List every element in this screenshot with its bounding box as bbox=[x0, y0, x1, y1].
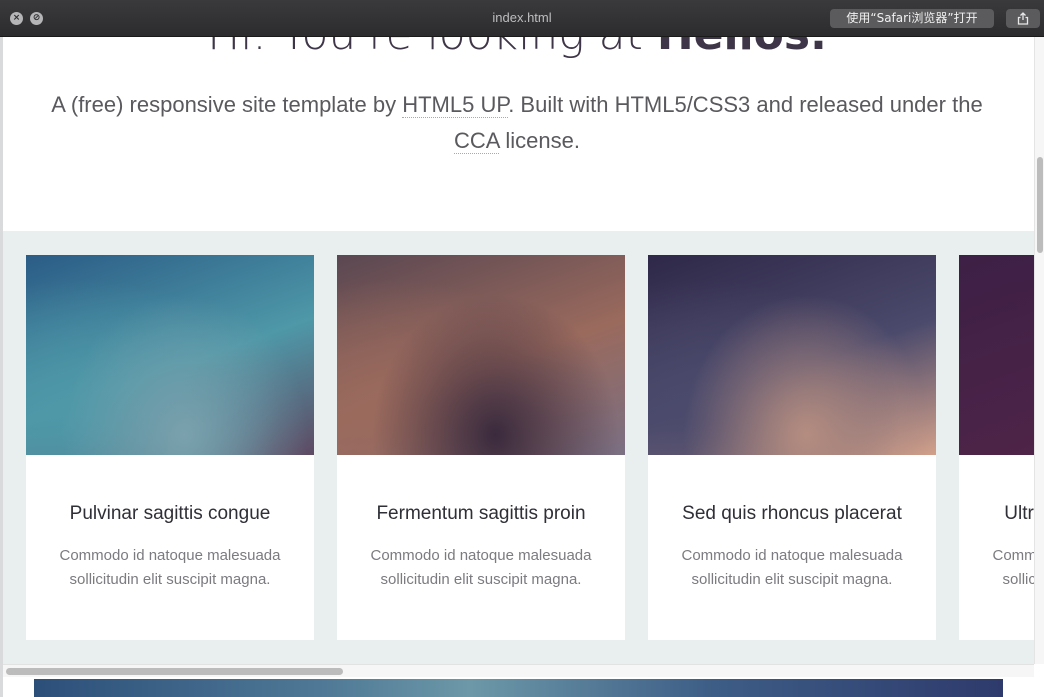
vertical-scroll-thumb[interactable] bbox=[1037, 157, 1043, 253]
banner-image bbox=[34, 679, 1003, 697]
carousel-card[interactable]: Fermentum sagittis proin Commodo id nato… bbox=[337, 255, 625, 640]
hero-description: A (free) responsive site template by HTM… bbox=[30, 87, 1004, 159]
card-image[interactable] bbox=[648, 255, 936, 455]
card-description: Commodo id natoque malesuada sollicitudi… bbox=[370, 547, 592, 588]
window-titlebar: × ⊘ index.html 使用“Safari浏览器”打开 bbox=[0, 0, 1044, 37]
card-image[interactable] bbox=[959, 255, 1034, 455]
card-title[interactable]: Pulvinar sagittis congue bbox=[26, 503, 314, 525]
card-title[interactable]: Fermentum sagittis proin bbox=[337, 503, 625, 525]
carousel-card[interactable]: Ultrices urna sit lobortis Commodo id na… bbox=[959, 255, 1034, 640]
card-title[interactable]: Sed quis rhoncus placerat bbox=[648, 503, 936, 525]
card-image[interactable] bbox=[26, 255, 314, 455]
card-description: Commodo id natoque malesuada sollicitudi… bbox=[59, 547, 281, 588]
page-viewport: Hi. You're looking at Helios. A (free) r… bbox=[0, 37, 1044, 697]
card-title[interactable]: Ultrices urna sit lobortis bbox=[959, 503, 1034, 525]
card-description: Commodo id natoque malesuada sollicitudi… bbox=[681, 547, 903, 588]
open-in-safari-button[interactable]: 使用“Safari浏览器”打开 bbox=[830, 9, 994, 28]
card-description: Commodo id natoque malesuada sollicitudi… bbox=[992, 547, 1035, 588]
hero-title-text: Hi. You're looking at bbox=[207, 37, 657, 60]
share-icon bbox=[1017, 12, 1029, 25]
vertical-scrollbar[interactable] bbox=[1034, 37, 1044, 664]
html5up-link[interactable]: HTML5 UP bbox=[402, 92, 509, 118]
hero-text-before: A (free) responsive site template by bbox=[51, 92, 403, 117]
card-image[interactable] bbox=[337, 255, 625, 455]
hero-text-after: license. bbox=[499, 128, 580, 153]
carousel-card[interactable]: Sed quis rhoncus placerat Commodo id nat… bbox=[648, 255, 936, 640]
horizontal-scrollbar[interactable] bbox=[3, 664, 1034, 677]
cca-link[interactable]: CCA bbox=[454, 128, 500, 154]
carousel-card[interactable]: Pulvinar sagittis congue Commodo id nato… bbox=[26, 255, 314, 640]
share-button[interactable] bbox=[1006, 9, 1040, 28]
carousel: Pulvinar sagittis congue Commodo id nato… bbox=[3, 231, 1034, 667]
horizontal-scroll-thumb[interactable] bbox=[6, 668, 343, 675]
hero-title: Hi. You're looking at Helios. bbox=[0, 37, 1034, 63]
hero-text-middle: . Built with HTML5/CSS3 and released und… bbox=[508, 92, 983, 117]
hero-title-brand: Helios. bbox=[657, 37, 827, 60]
